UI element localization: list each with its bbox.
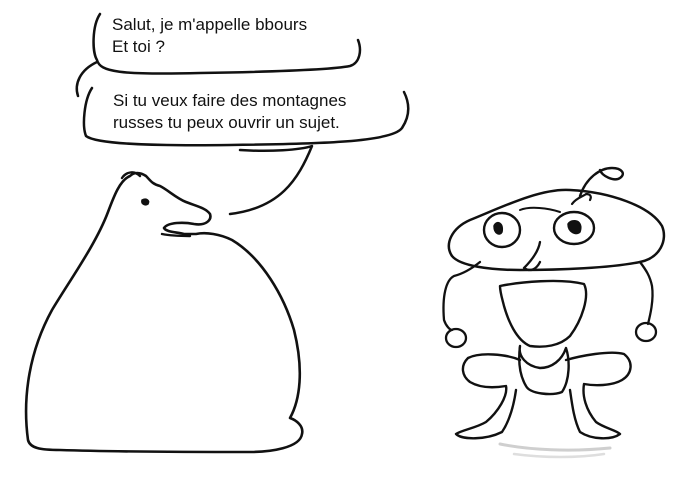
speech-bubble-1: Salut, je m'appelle bbours Et toi ? bbox=[112, 14, 307, 58]
speech-bubble-2-line-2: russes tu peux ouvrir un sujet. bbox=[113, 113, 340, 132]
speech-bubble-2: Si tu veux faire des montagnes russes tu… bbox=[113, 90, 346, 134]
speech-bubble-2-tail bbox=[228, 144, 314, 216]
comic-artwork bbox=[24, 12, 666, 459]
robot-character bbox=[442, 166, 666, 459]
speech-bubble-connector bbox=[75, 60, 99, 98]
bear-character bbox=[24, 171, 304, 454]
comic-panel: Salut, je m'appelle bbours Et toi ? Si t… bbox=[0, 0, 679, 479]
speech-bubble-1-line-2: Et toi ? bbox=[112, 37, 165, 56]
speech-bubble-2-line-1: Si tu veux faire des montagnes bbox=[113, 91, 347, 110]
speech-bubble-1-line-1: Salut, je m'appelle bbours bbox=[112, 15, 308, 34]
